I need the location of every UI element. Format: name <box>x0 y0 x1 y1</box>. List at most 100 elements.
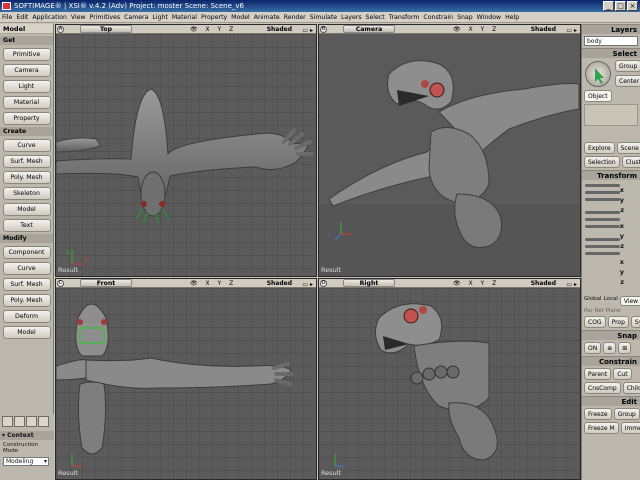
viewport-b-view-menu[interactable]: Camera <box>343 25 395 33</box>
translate-z-slider[interactable] <box>585 252 620 255</box>
immed-button[interactable]: Immed <box>620 422 640 434</box>
viewport-c-shading-menu[interactable]: Shaded <box>267 279 292 288</box>
target-tool-icon[interactable] <box>38 416 49 427</box>
select-tool-button[interactable] <box>585 61 611 87</box>
minimize-button[interactable]: _ <box>603 1 614 11</box>
maximize-button[interactable]: □ <box>615 1 626 11</box>
viewport-c-visibility-icons[interactable]: 👁 X Y Z <box>190 279 236 288</box>
viewport-a-shading-menu[interactable]: Shaded <box>267 25 292 34</box>
modify-poly-mesh-button[interactable]: Poly. Mesh <box>2 294 51 307</box>
modify-curve-button[interactable]: Curve <box>2 262 51 275</box>
freeze-m-button[interactable]: Freeze M <box>584 422 619 434</box>
menu-camera[interactable]: Camera <box>122 12 150 22</box>
menu-view[interactable]: View <box>69 12 88 22</box>
get-light-button[interactable]: Light <box>2 80 51 93</box>
menu-render[interactable]: Render <box>282 12 308 22</box>
modify-deform-button[interactable]: Deform <box>2 310 51 323</box>
menu-snap[interactable]: Snap <box>455 12 475 22</box>
freeze-button[interactable]: Freeze <box>584 408 612 420</box>
rotate-y-slider[interactable] <box>585 218 620 221</box>
viewport-d-canvas[interactable]: Result <box>319 288 580 479</box>
menu-file[interactable]: File <box>0 12 14 22</box>
menu-help[interactable]: Help <box>503 12 521 22</box>
modify-model-button[interactable]: Model <box>2 326 51 339</box>
view-button[interactable]: View <box>619 296 640 306</box>
cog-button[interactable]: COG <box>584 316 606 328</box>
plane-label[interactable]: Plane <box>606 308 621 314</box>
viewport-a-top[interactable]: A Top 👁 X Y Z Shaded ▭ ▸ x z Result <box>55 24 317 277</box>
get-property-button[interactable]: Property <box>2 112 51 125</box>
menu-property[interactable]: Property <box>199 12 229 22</box>
selection-button[interactable]: Selection <box>584 156 620 168</box>
close-button[interactable]: × <box>627 1 638 11</box>
viewport-b-canvas[interactable]: Result <box>319 34 580 276</box>
par-label[interactable]: Par <box>584 308 593 314</box>
viewport-a-view-menu[interactable]: Top <box>80 25 132 33</box>
scale-x-slider[interactable] <box>585 184 620 187</box>
ref-label[interactable]: Ref <box>595 308 604 314</box>
rotate-x-slider[interactable] <box>585 211 620 214</box>
viewport-a-visibility-icons[interactable]: 👁 X Y Z <box>190 25 236 34</box>
viewport-d-view-menu[interactable]: Right <box>343 279 395 287</box>
snap-options-icon[interactable]: ⊕ <box>603 342 617 354</box>
menu-layers[interactable]: Layers <box>339 12 363 22</box>
brush-tool-icon[interactable] <box>14 416 25 427</box>
rotate-z-slider[interactable] <box>585 225 620 228</box>
explore-button[interactable]: Explore <box>584 142 615 154</box>
menu-model[interactable]: Model <box>229 12 252 22</box>
translate-x-slider[interactable] <box>585 238 620 241</box>
modify-surf-mesh-button[interactable]: Surf. Mesh <box>2 278 51 291</box>
viewport-b-camera[interactable]: B Camera 👁 X Y Z Shaded ▭ ▸ Result <box>318 24 581 277</box>
create-surf-mesh-button[interactable]: Surf. Mesh <box>2 155 51 168</box>
menu-constrain[interactable]: Constrain <box>421 12 455 22</box>
layer-select[interactable]: body <box>584 36 638 46</box>
viewport-letter-c[interactable]: C <box>57 280 64 287</box>
menu-transform[interactable]: Transform <box>387 12 422 22</box>
viewport-d-shading-menu[interactable]: Shaded <box>531 279 556 288</box>
construction-mode-select[interactable]: Modeling ▾ <box>3 457 49 466</box>
viewport-c-canvas[interactable]: Result <box>56 288 316 479</box>
viewport-c-view-menu[interactable]: Front <box>80 279 132 287</box>
viewport-letter-b[interactable]: B <box>320 26 327 33</box>
viewport-d-visibility-icons[interactable]: 👁 X Y Z <box>453 279 499 288</box>
menu-light[interactable]: Light <box>150 12 169 22</box>
translate-y-slider[interactable] <box>585 245 620 248</box>
object-button[interactable]: Object <box>584 90 612 102</box>
global-label[interactable]: Global <box>584 296 602 306</box>
snap-on-button[interactable]: ON <box>584 342 602 354</box>
viewport-b-visibility-icons[interactable]: 👁 X Y Z <box>453 25 499 34</box>
paint-tool-icon[interactable] <box>2 416 13 427</box>
viewport-b-shading-menu[interactable]: Shaded <box>531 25 556 34</box>
clusters-button[interactable]: Clusters <box>621 156 640 168</box>
childcomp-button[interactable]: ChildComp <box>622 382 640 394</box>
group-edit-button[interactable]: Group <box>613 408 640 420</box>
viewport-letter-a[interactable]: A <box>57 26 64 33</box>
menu-application[interactable]: Application <box>30 12 69 22</box>
menu-material[interactable]: Material <box>170 12 199 22</box>
menu-select[interactable]: Select <box>364 12 387 22</box>
viewport-d-right[interactable]: D Right 👁 X Y Z Shaded ▭ ▸ Result <box>318 278 581 480</box>
create-text-button[interactable]: Text <box>2 219 51 232</box>
create-poly-mesh-button[interactable]: Poly. Mesh <box>2 171 51 184</box>
snap-grid-icon[interactable]: ⊞ <box>618 342 632 354</box>
prop-button[interactable]: Prop <box>607 316 629 328</box>
toolbar-title[interactable]: Model <box>0 24 53 34</box>
menu-window[interactable]: Window <box>475 12 503 22</box>
parent-button[interactable]: Parent <box>584 368 612 380</box>
scene-button[interactable]: Scene <box>616 142 640 154</box>
get-camera-button[interactable]: Camera <box>2 64 51 77</box>
modify-component-button[interactable]: Component <box>2 246 51 259</box>
group-button[interactable]: Group <box>615 60 640 72</box>
scale-y-slider[interactable] <box>585 191 620 194</box>
local-label[interactable]: Local <box>604 296 618 306</box>
create-skeleton-button[interactable]: Skeleton <box>2 187 51 200</box>
viewport-c-front[interactable]: C Front 👁 X Y Z Shaded ▭ ▸ Result <box>55 278 317 480</box>
center-button[interactable]: Center <box>615 75 640 87</box>
menu-edit[interactable]: Edit <box>14 12 30 22</box>
cut-button[interactable]: Cut <box>613 368 632 380</box>
menu-animate[interactable]: Animate <box>252 12 282 22</box>
create-model-button[interactable]: Model <box>2 203 51 216</box>
viewport-a-canvas[interactable]: x z Result <box>56 34 316 276</box>
scale-z-slider[interactable] <box>585 198 620 201</box>
sym-button[interactable]: Sym <box>630 316 640 328</box>
